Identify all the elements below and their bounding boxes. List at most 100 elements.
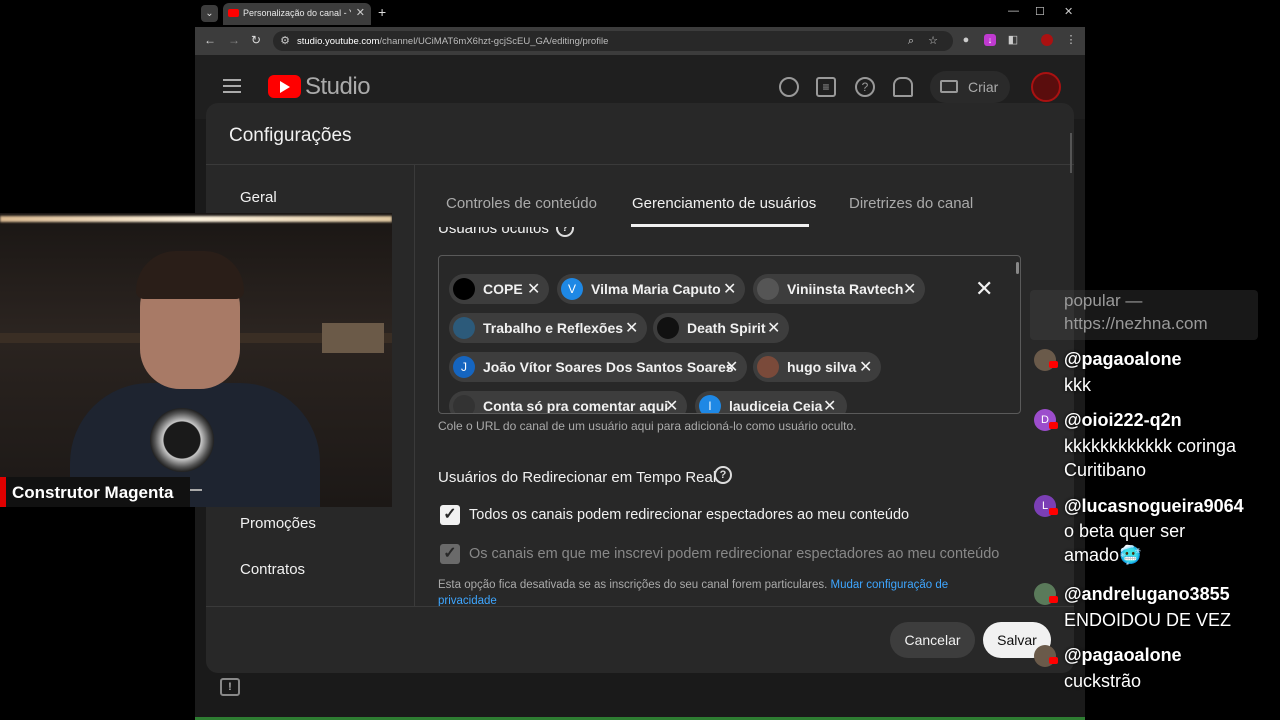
sidebar-item-geral[interactable]: Geral bbox=[240, 189, 277, 206]
remove-chip-icon[interactable]: ✕ bbox=[767, 318, 780, 338]
hidden-user-chip: Viniinsta Ravtech ✕ bbox=[753, 274, 925, 304]
redirect-subscribed-label: Os canais em que me inscrevi podem redir… bbox=[469, 546, 1000, 562]
avatar bbox=[757, 278, 779, 300]
create-label: Criar bbox=[968, 79, 999, 95]
streamer-name-bar: Construtor Magenta bbox=[0, 477, 190, 507]
youtube-logo-icon[interactable] bbox=[268, 75, 301, 98]
tab-controles-de-conteudo[interactable]: Controles de conteúdo bbox=[446, 195, 597, 212]
help-icon[interactable]: ? bbox=[855, 77, 875, 97]
clear-all-icon[interactable]: ✕ bbox=[975, 276, 993, 302]
remove-chip-icon[interactable]: ✕ bbox=[725, 357, 738, 377]
hidden-user-chip: J João Vítor Soares Dos Santos Soares ✕ bbox=[449, 352, 747, 382]
redirect-help-icon[interactable]: ? bbox=[714, 466, 732, 484]
browser-tab[interactable]: Personalização do canal - YouTube ✕ bbox=[223, 3, 371, 25]
site-info-icon[interactable]: ⚙ bbox=[279, 35, 291, 47]
chat-username: @pagaoalone bbox=[1064, 645, 1182, 665]
redirect-all-label: Todos os canais podem redirecionar espec… bbox=[469, 507, 910, 523]
youtube-badge-icon bbox=[1049, 657, 1058, 664]
streamer-name: Construtor Magenta bbox=[12, 483, 174, 502]
back-icon[interactable]: ← bbox=[204, 33, 216, 47]
feedback-icon[interactable]: ! bbox=[220, 678, 240, 696]
webcam-overlay: Construtor Magenta bbox=[0, 213, 392, 507]
chip-label: Vilma Maria Caputo bbox=[591, 281, 721, 297]
youtube-badge-icon bbox=[1049, 422, 1058, 429]
webcam-person-hair bbox=[136, 251, 244, 299]
sidebar-item-promocoes[interactable]: Promoções bbox=[240, 515, 316, 532]
reload-icon[interactable]: ↻ bbox=[251, 33, 261, 47]
tab-gerenciamento-de-usuarios[interactable]: Gerenciamento de usuários bbox=[632, 195, 816, 212]
tab-bar: ⌄ Personalização do canal - YouTube ✕ + … bbox=[195, 0, 1085, 27]
chip-label: Viniinsta Ravtech bbox=[787, 281, 904, 297]
active-tab-indicator bbox=[631, 224, 809, 227]
comments-icon[interactable]: ≡ bbox=[816, 77, 836, 97]
remove-chip-icon[interactable]: ✕ bbox=[665, 396, 678, 413]
zoom-icon[interactable]: ⌕ bbox=[905, 35, 917, 47]
search-icon[interactable] bbox=[779, 77, 799, 97]
chip-list-scrollbar[interactable] bbox=[1016, 262, 1019, 274]
bookmark-star-icon[interactable]: ☆ bbox=[927, 35, 939, 47]
hidden-user-chip: Conta só pra comentar aqui ✕ bbox=[449, 391, 687, 413]
chat-username: @lucasnogueira9064 bbox=[1064, 496, 1244, 516]
remove-chip-icon[interactable]: ✕ bbox=[903, 279, 916, 299]
hidden-user-chip: Death Spirit ✕ bbox=[653, 313, 789, 343]
minimize-icon[interactable]: — bbox=[1008, 5, 1019, 17]
remove-chip-icon[interactable]: ✕ bbox=[527, 279, 540, 299]
avatar: l bbox=[699, 395, 721, 413]
hidden-users-help-icon[interactable]: ? bbox=[556, 227, 574, 237]
name-bar-dash bbox=[190, 489, 202, 491]
new-tab-icon[interactable]: + bbox=[378, 4, 386, 20]
tab-search-button[interactable]: ⌄ bbox=[201, 5, 218, 22]
extension-download-icon[interactable]: ↓ bbox=[984, 34, 996, 46]
remove-chip-icon[interactable]: ✕ bbox=[859, 357, 872, 377]
chat-username: @andrelugano3855 bbox=[1064, 584, 1230, 604]
forward-icon[interactable]: → bbox=[228, 33, 240, 47]
tab-close-icon[interactable]: ✕ bbox=[356, 6, 365, 19]
remove-chip-icon[interactable]: ✕ bbox=[723, 279, 736, 299]
redirect-heading: Usuários do Redirecionar em Tempo Real bbox=[438, 469, 717, 486]
studio-logo-text: Studio bbox=[305, 73, 371, 100]
sidebar-item-contratos[interactable]: Contratos bbox=[240, 561, 305, 578]
cancel-button[interactable]: Cancelar bbox=[890, 622, 975, 658]
address-bar: ← → ↻ ⚙ studio.youtube.com/channel/UCiMA… bbox=[195, 27, 1085, 55]
avatar bbox=[657, 317, 679, 339]
dialog-title: Configurações bbox=[229, 125, 352, 146]
avatar: V bbox=[561, 278, 583, 300]
chat-message-text: Curitibano bbox=[1064, 460, 1147, 480]
chip-label: Death Spirit bbox=[687, 320, 766, 336]
chat-message-text: kkkkkkkkkkkk coringa bbox=[1064, 436, 1237, 456]
chat-message-text: o beta quer ser bbox=[1064, 521, 1186, 541]
sidebar-divider bbox=[414, 165, 415, 607]
hidden-user-chip: V Vilma Maria Caputo ✕ bbox=[557, 274, 745, 304]
avatar bbox=[757, 356, 779, 378]
hidden-user-chip: COPE ✕ bbox=[449, 274, 549, 304]
chat-message-text: amado🥶 bbox=[1064, 545, 1142, 565]
microphone-icon bbox=[150, 408, 214, 472]
youtube-badge-icon bbox=[1049, 361, 1058, 368]
privacy-note-text: Esta opção fica desativada se as inscriç… bbox=[438, 579, 831, 591]
hidden-user-chip: hugo silva ✕ bbox=[753, 352, 881, 382]
menu-icon[interactable] bbox=[223, 79, 241, 93]
extension-dot-icon[interactable]: ● bbox=[960, 34, 972, 46]
avatar: J bbox=[453, 356, 475, 378]
url-text: studio.youtube.com/channel/UCiMAT6mX6hzt… bbox=[297, 36, 609, 47]
create-button[interactable]: Criar bbox=[930, 71, 1010, 103]
chip-label: laudiceia Ceia bbox=[729, 398, 823, 414]
hidden-users-input[interactable]: COPE ✕ V Vilma Maria Caputo ✕ Viniinsta … bbox=[438, 255, 1021, 414]
tab-diretrizes-do-canal[interactable]: Diretrizes do canal bbox=[849, 195, 973, 212]
chat-overlay: popular — https://nezhna.com @pagaoalone… bbox=[1028, 0, 1280, 720]
chat-message-text: ENDOIDOU DE VEZ bbox=[1064, 610, 1232, 630]
url-field[interactable]: ⚙ studio.youtube.com/channel/UCiMAT6mX6h… bbox=[273, 31, 953, 51]
privacy-note: Esta opção fica desativada se as inscriç… bbox=[438, 577, 998, 609]
tab-title: Personalização do canal - YouTube bbox=[243, 8, 351, 18]
notifications-bell-icon[interactable] bbox=[893, 77, 913, 97]
avatar bbox=[453, 278, 475, 300]
chip-label: hugo silva bbox=[787, 359, 857, 375]
extensions-puzzle-icon[interactable]: ◧ bbox=[1007, 34, 1019, 46]
remove-chip-icon[interactable]: ✕ bbox=[823, 396, 836, 413]
chat-username: @oioi222-q2n bbox=[1064, 410, 1182, 430]
webcam-books bbox=[322, 323, 384, 353]
remove-chip-icon[interactable]: ✕ bbox=[625, 318, 638, 338]
chat-message-text: kkk bbox=[1064, 375, 1091, 395]
redirect-all-checkbox[interactable]: ✓ bbox=[440, 505, 460, 525]
hidden-user-chip: Trabalho e Reflexões ✕ bbox=[449, 313, 647, 343]
